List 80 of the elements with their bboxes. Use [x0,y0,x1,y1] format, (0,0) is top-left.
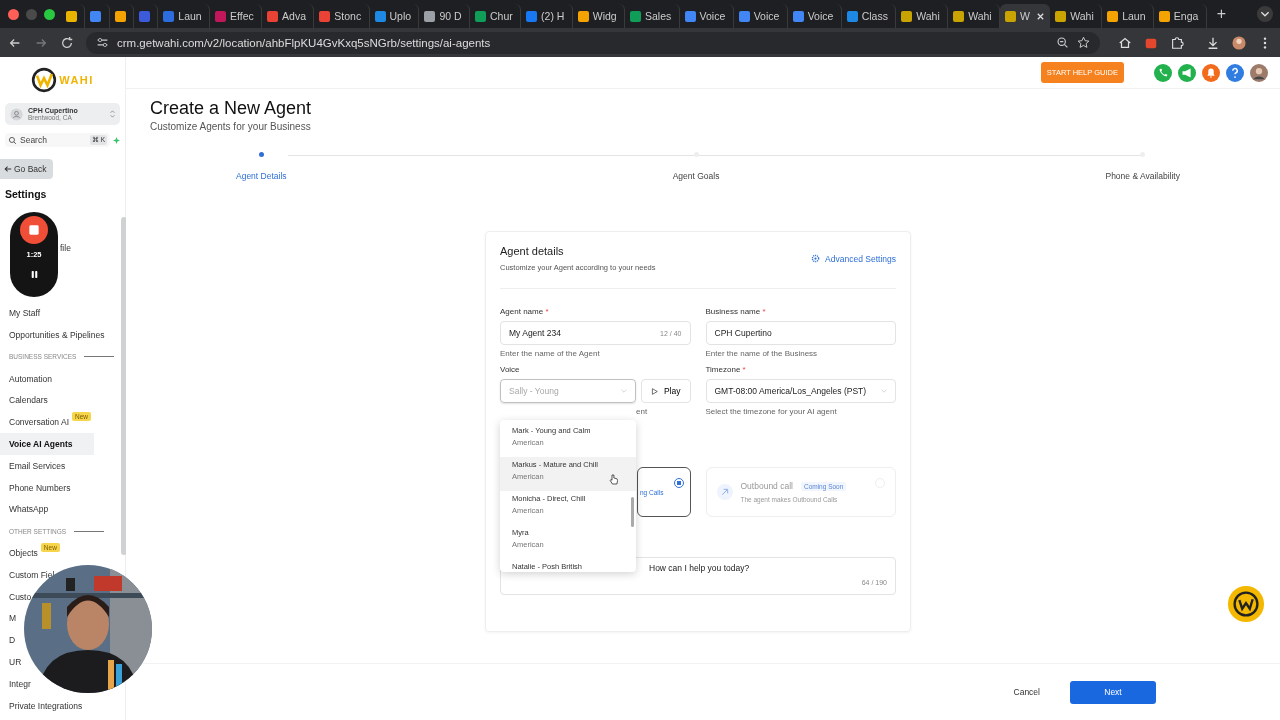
step-label[interactable]: Agent Goals [672,171,720,181]
sidebar-item[interactable]: Conversation AI [9,417,69,428]
helper-text: Select the timezone for your AI agent [705,407,838,416]
phone-icon[interactable] [1154,63,1172,82]
sidebar-item[interactable]: Custo [9,591,32,602]
chevron-icon [620,389,627,393]
option-title: Outbound call [740,481,793,491]
search-icon [8,135,17,145]
field-label: Business name * [705,307,767,316]
field-value: My Agent 234 [509,328,562,338]
megaphone-icon[interactable] [1178,63,1196,82]
chevron-icon [110,110,115,118]
sidebar-item[interactable]: UR [9,656,22,667]
sidebar-item[interactable]: Objects [9,547,38,558]
user-icon [10,107,23,121]
search-placeholder: Search [20,135,47,145]
business-name-field[interactable]: CPH Cupertino [705,321,896,345]
step-label[interactable]: Agent Details [236,171,287,181]
sidebar-item[interactable]: file [60,242,71,253]
back-arrow-icon [4,165,12,173]
cancel-button[interactable]: Cancel [1007,686,1046,698]
puzzle-icon[interactable] [1170,35,1184,50]
sidebar-item[interactable]: Calendars [9,395,48,406]
close-tab-icon[interactable] [1036,11,1046,21]
download-icon[interactable] [1206,35,1220,50]
helper-text: ent [636,407,649,416]
page-title: Create a New Agent [150,98,313,119]
reload-icon[interactable] [60,35,74,50]
zoom-icon[interactable] [1056,36,1069,49]
home-icon[interactable] [1118,35,1132,50]
sidebar-item[interactable]: Integr [9,678,31,689]
stop-button[interactable] [20,216,48,244]
help-icon[interactable] [1226,63,1244,82]
helper-text: Enter the name of the Business [705,349,819,358]
timezone-select[interactable]: GMT-08:00 America/Los_Angeles (PST) [705,379,896,403]
field-value: GMT-08:00 America/Los_Angeles (PST) [714,386,867,396]
card-title: Agent details [500,245,565,257]
settings-icon [811,254,821,263]
field-value: CPH Cupertino [714,328,773,338]
advanced-settings-link[interactable]: Advanced Settings [811,253,896,264]
sidebar-item[interactable]: M [9,613,17,624]
sidebar-item[interactable]: WhatsApp [9,504,49,515]
user-avatar-icon[interactable] [1250,63,1268,82]
settings-heading: Settings [5,188,48,200]
field-label: Agent name * [500,307,550,316]
step-label[interactable]: Phone & Availability [1105,171,1180,181]
maximize-window-icon[interactable] [44,8,55,20]
next-button[interactable]: Next [1070,680,1156,704]
sidebar-item[interactable]: My Staff [9,308,41,319]
chevron-icon [881,389,887,393]
pause-button[interactable] [30,270,38,279]
site-settings-icon[interactable] [96,36,109,49]
bell-icon[interactable] [1202,63,1220,82]
sidebar-item[interactable]: Phone Numbers [9,482,71,493]
sidebar-item[interactable]: Opportunities & Pipelines [9,330,105,340]
helper-text: Enter the name of the Agent [500,349,601,358]
new-tab-button[interactable]: + [1206,5,1236,23]
logo-text: WAHI [59,74,94,86]
profile-avatar-icon[interactable] [1232,35,1246,50]
play-button[interactable]: Play [640,379,691,403]
sidebar-item[interactable]: Voice AI Agents [0,433,95,455]
hand-cursor-icon [609,474,618,485]
sidebar-item[interactable]: D [9,635,16,646]
field-label: Voice [500,365,521,374]
field-value: How can I help you today? [649,563,750,573]
chat-widget-icon[interactable] [1227,585,1265,623]
scrollbar[interactable] [631,497,634,527]
logo-icon [31,67,58,93]
sidebar-item[interactable]: Email Services [9,460,66,471]
page-subtitle: Customize Agents for your Business [150,121,312,132]
sidebar-item[interactable]: Private Integrations [9,700,83,711]
placeholder-text: Sally - Young [509,386,559,396]
play-icon [650,387,658,395]
go-back-button[interactable]: Go Back [0,159,53,179]
bookmark-star-icon[interactable] [1077,36,1090,49]
field-label: Timezone * [705,365,747,374]
sidebar-item[interactable]: Automation [9,373,52,384]
close-window-icon[interactable] [8,8,19,20]
tab-search-icon[interactable] [1256,5,1274,23]
browser-tab[interactable]: W [1000,4,1051,28]
